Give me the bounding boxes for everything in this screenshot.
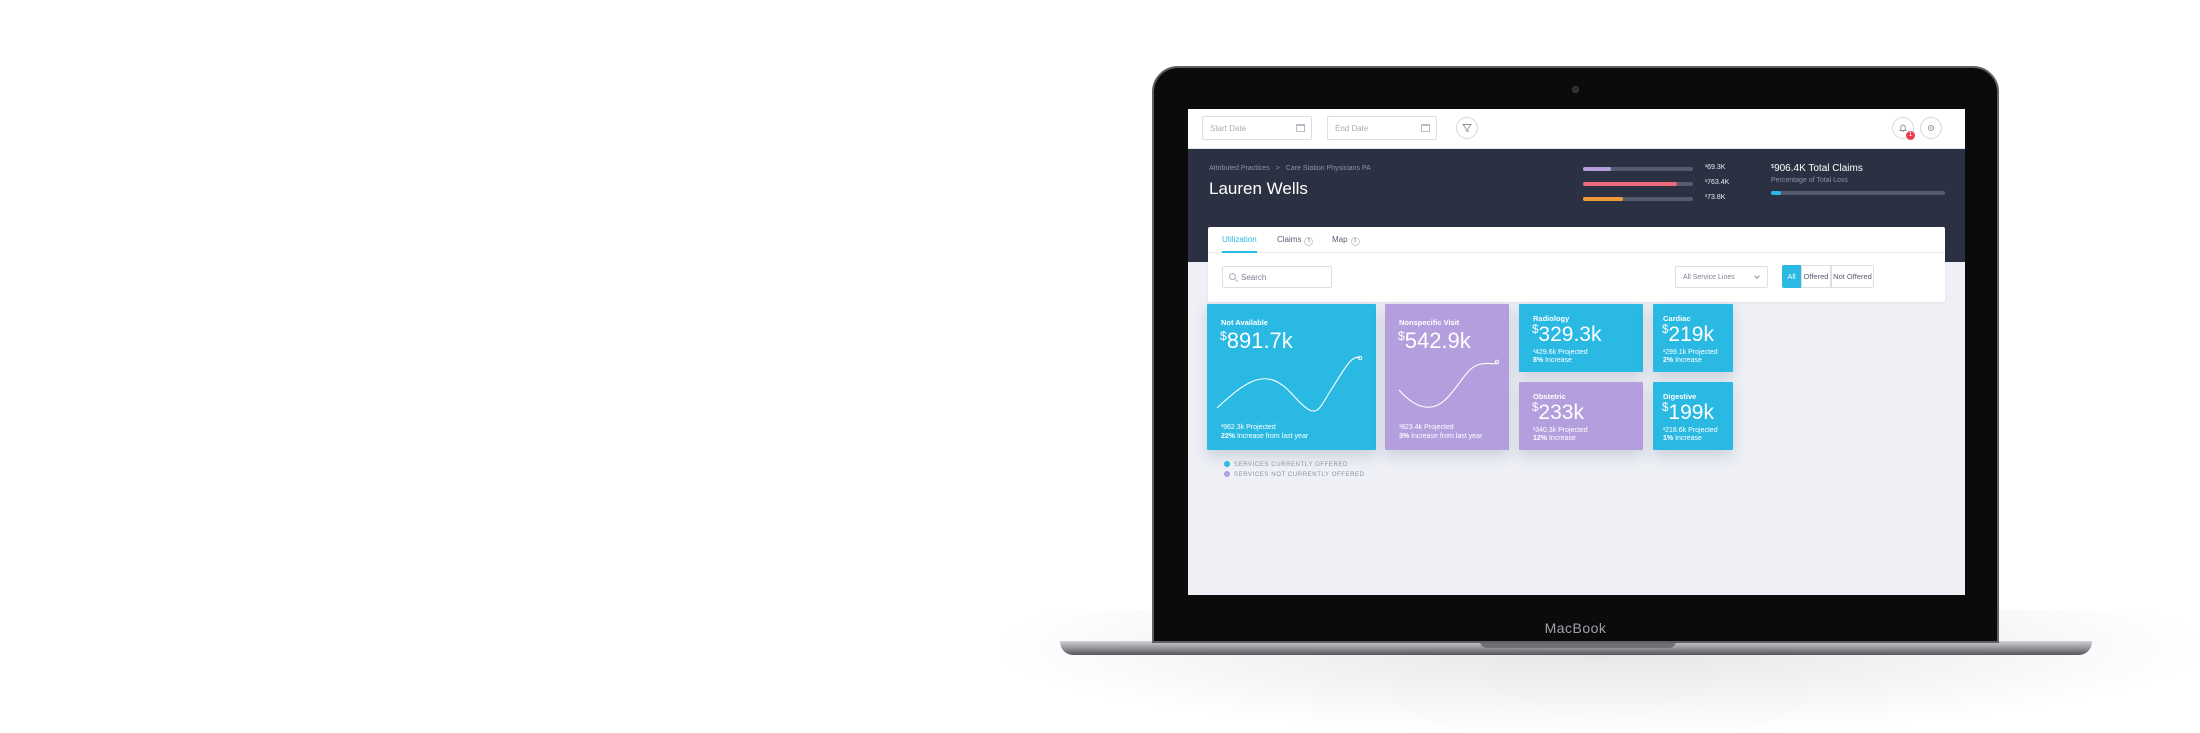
card-projected: $299.1k Projected [1663, 349, 1718, 356]
loss-progress-fill [1771, 191, 1782, 195]
service-card-nonspecific-visit[interactable]: Nonspecific Visit $542.9k $823.4k Projec… [1385, 304, 1509, 450]
card-increase: 1% Increase [1663, 435, 1702, 442]
card-projected: $823.4k Projected [1399, 424, 1454, 431]
card-increase: 22% Increase from last year [1221, 433, 1309, 440]
card-value: $199k [1662, 401, 1714, 424]
card-projected: $429.6k Projected [1533, 349, 1588, 356]
claims-bar-fill [1583, 197, 1623, 201]
segment-not-offered[interactable]: Not Offered [1831, 265, 1874, 288]
card-projected: $340.3k Projected [1533, 427, 1588, 434]
service-card-cardiac[interactable]: Cardiac $219k $299.1k Projected 2% Incre… [1653, 304, 1733, 372]
claims-bar-row: $763.4K [1583, 178, 1729, 190]
camera-icon [1572, 86, 1579, 93]
breadcrumb-item-practices[interactable]: Attributed Practices [1209, 165, 1270, 172]
claims-bar-value: $763.4K [1705, 179, 1730, 186]
calendar-icon [1296, 124, 1305, 132]
card-title: Obstetric [1533, 392, 1566, 401]
legend-item-offered: SERVICES CURRENTLY OFFERED [1224, 461, 1365, 471]
laptop-lid: MacBook Start Date End Date 1 Attributed… [1152, 66, 1999, 643]
tab-map-count: 3 [1350, 237, 1360, 246]
filter-icon [1462, 124, 1472, 133]
filter-button[interactable] [1456, 117, 1478, 139]
card-title: Radiology [1533, 314, 1570, 323]
total-claims: $906.4K Total Claims [1771, 163, 1863, 174]
notifications-button[interactable]: 1 [1892, 117, 1915, 140]
card-increase: 3% Increase from last year [1399, 433, 1483, 440]
legend: SERVICES CURRENTLY OFFERED SERVICES NOT … [1224, 461, 1365, 481]
claims-bar-row: $73.8K [1583, 193, 1726, 205]
end-date-field[interactable]: End Date [1327, 116, 1437, 140]
start-date-field[interactable]: Start Date [1202, 116, 1312, 140]
card-increase: 2% Increase [1663, 357, 1702, 364]
tab-claims[interactable]: Claims 5 [1277, 235, 1314, 253]
card-increase: 12% Increase [1533, 435, 1576, 442]
card-value: $233k [1532, 401, 1584, 424]
service-lines-select[interactable]: All Service Lines [1675, 266, 1768, 288]
search-input[interactable] [1241, 271, 1326, 284]
search-icon [1229, 273, 1236, 280]
claims-bar-value: $73.8K [1705, 194, 1726, 201]
stage: MacBook Start Date End Date 1 Attributed… [0, 0, 2200, 733]
claims-bar-row: $69.3K [1583, 163, 1726, 175]
legend-item-not-offered: SERVICES NOT CURRENTLY OFFERED [1224, 471, 1365, 481]
service-lines-value: All Service Lines [1683, 274, 1735, 281]
claims-bar-track [1583, 167, 1693, 171]
page-title: Lauren Wells [1209, 179, 1308, 198]
segment-offered[interactable]: Offered [1801, 265, 1831, 288]
card-projected: $218.6k Projected [1663, 427, 1718, 434]
claims-bar-track [1583, 182, 1693, 186]
legend-dot-not-offered [1224, 471, 1230, 477]
search-box [1222, 266, 1332, 288]
segment-all[interactable]: All [1782, 265, 1801, 288]
service-card-not-available[interactable]: Not Available $891.7k $962.3k Projected … [1207, 304, 1376, 450]
claims-bar-track [1583, 197, 1693, 201]
service-card-obstetric[interactable]: Obstetric $233k $340.3k Projected 12% In… [1519, 382, 1643, 450]
settings-button[interactable] [1920, 117, 1942, 139]
claims-bar-fill [1583, 167, 1611, 171]
tab-utilization[interactable]: Utilization [1222, 235, 1257, 253]
tab-claims-count: 5 [1304, 237, 1314, 246]
card-value: $329.3k [1532, 323, 1602, 346]
laptop-brand: MacBook [1544, 620, 1607, 636]
end-date-placeholder: End Date [1335, 124, 1369, 133]
card-projected: $962.3k Projected [1221, 424, 1276, 431]
legend-dot-offered [1224, 461, 1230, 467]
card-increase: 8% Increase [1533, 357, 1572, 364]
loss-progress-track [1771, 191, 1945, 195]
claims-bar-fill [1583, 182, 1677, 186]
gear-icon [1927, 124, 1935, 132]
service-card-radiology[interactable]: Radiology $329.3k $429.6k Projected 8% I… [1519, 304, 1643, 372]
breadcrumb: Attributed Practices > Care Station Phys… [1209, 165, 1375, 172]
breadcrumb-item-practice[interactable]: Care Station Physicians PA [1286, 165, 1371, 172]
claims-bar-value: $69.3K [1705, 164, 1726, 171]
filter-panel: Utilization Claims5 Map3 All Service Lin… [1208, 227, 1945, 302]
topbar: Start Date End Date 1 [1188, 109, 1965, 149]
start-date-placeholder: Start Date [1210, 124, 1247, 133]
card-title: Cardiac [1663, 314, 1691, 323]
breadcrumb-separator: > [1275, 165, 1280, 172]
card-value: $219k [1662, 323, 1714, 346]
service-card-digestive[interactable]: Digestive $199k $218.6k Projected 1% Inc… [1653, 382, 1733, 450]
total-claims-subtitle: Percentage of Total Loss [1771, 177, 1848, 184]
tab-map[interactable]: Map 3 [1332, 235, 1360, 253]
card-title: Digestive [1663, 392, 1697, 401]
calendar-icon [1421, 124, 1430, 132]
app-screen: Start Date End Date 1 Attributed Practic… [1188, 109, 1965, 595]
notification-badge: 1 [1906, 131, 1915, 140]
chevron-down-icon [1754, 273, 1760, 279]
tab-bar: Utilization Claims 5 Map 3 [1208, 227, 1945, 253]
